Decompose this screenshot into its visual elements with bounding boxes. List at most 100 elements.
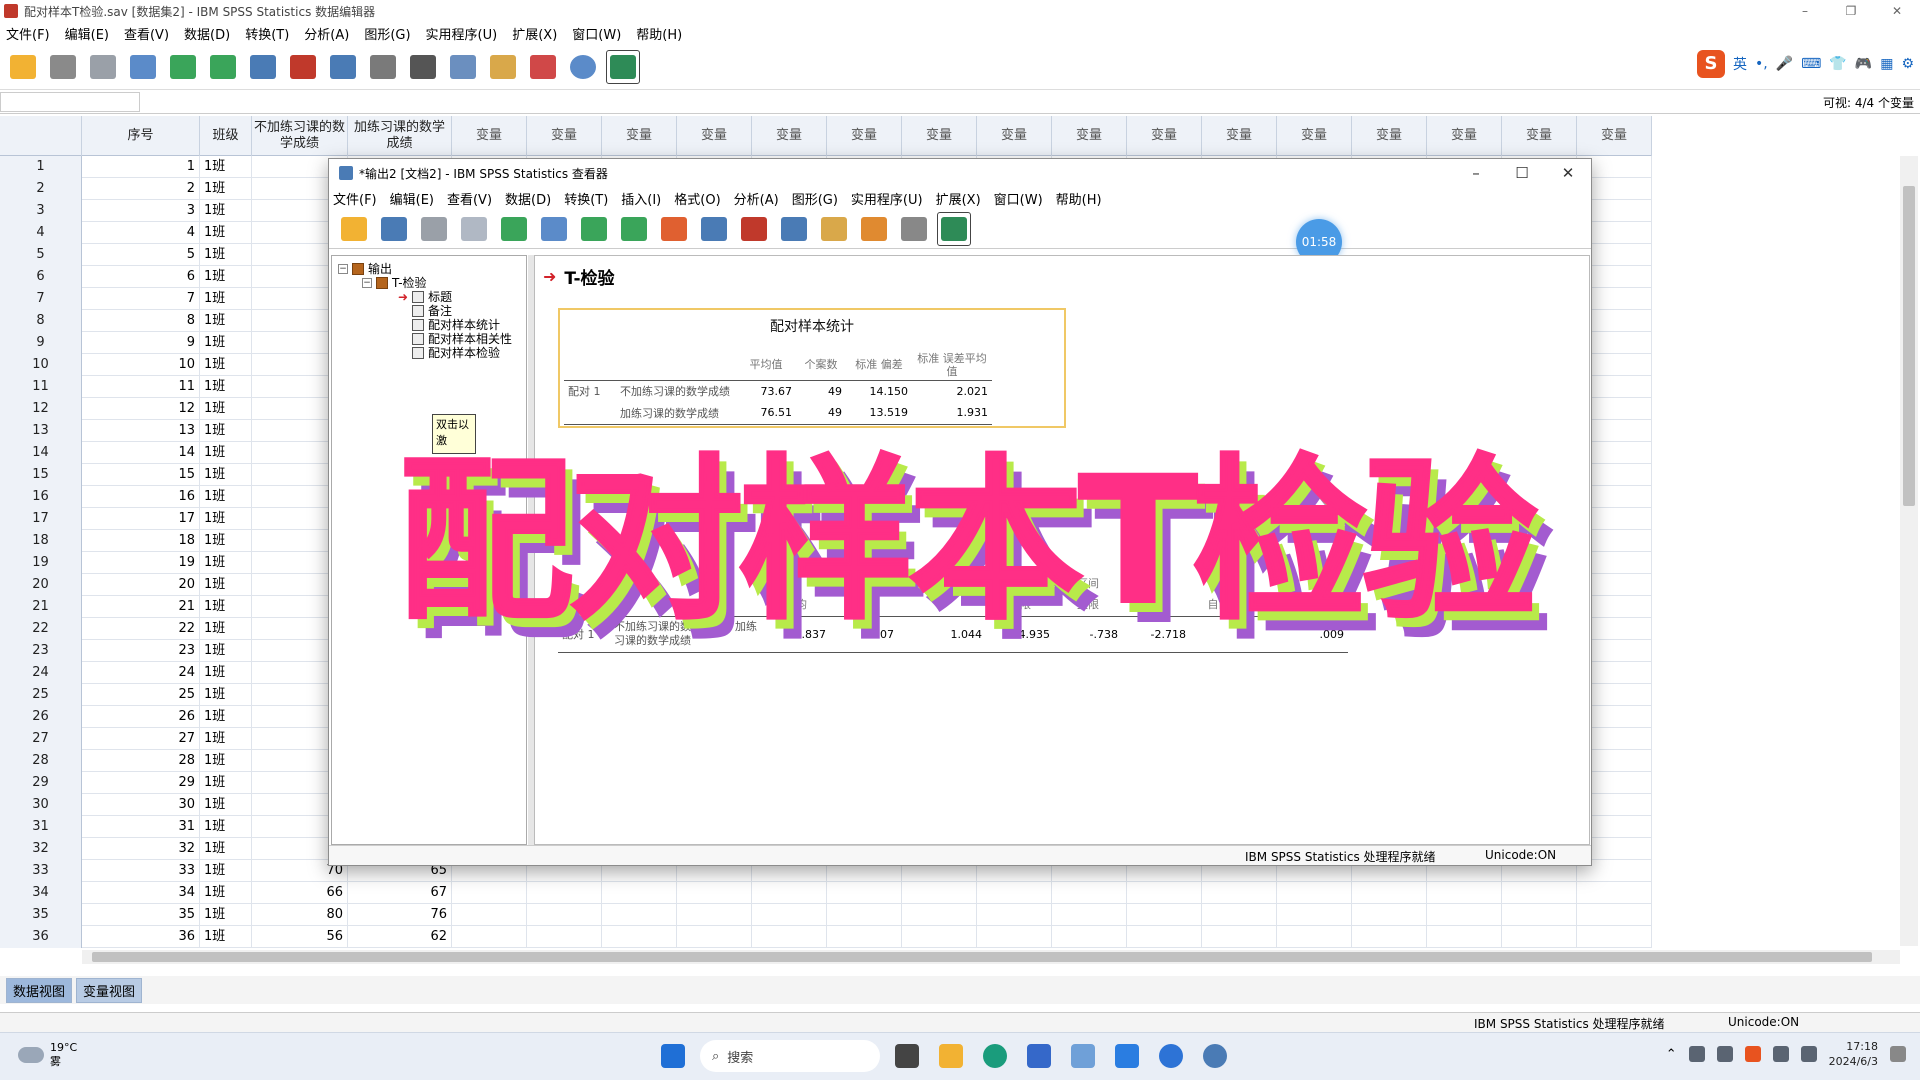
cell-reference-field[interactable]: [0, 92, 140, 112]
cell-id[interactable]: 7: [82, 288, 200, 310]
cell-class[interactable]: 1班: [200, 508, 252, 530]
outline-node-paired-test[interactable]: 配对样本检验: [412, 344, 500, 361]
cell-class[interactable]: 1班: [200, 288, 252, 310]
viewer-redo-button[interactable]: [617, 212, 651, 246]
viewer-close-button[interactable]: ✕: [1545, 159, 1591, 187]
sogou-icon[interactable]: [1744, 1046, 1761, 1062]
cell-id[interactable]: 11: [82, 376, 200, 398]
cell-class[interactable]: 1班: [200, 684, 252, 706]
cell-class[interactable]: 1班: [200, 750, 252, 772]
cell-id[interactable]: 15: [82, 464, 200, 486]
cell-id[interactable]: 33: [82, 860, 200, 882]
empty-cell[interactable]: [1052, 926, 1127, 948]
menu-file[interactable]: 文件(F): [0, 24, 59, 43]
collapse-icon[interactable]: −: [338, 263, 348, 274]
undo-button[interactable]: [166, 50, 200, 84]
cell-id[interactable]: 10: [82, 354, 200, 376]
goto-variable-button[interactable]: [286, 50, 320, 84]
empty-cell[interactable]: [902, 904, 977, 926]
row-number[interactable]: 5: [0, 244, 82, 266]
row-number[interactable]: 2: [0, 178, 82, 200]
empty-cell[interactable]: [977, 904, 1052, 926]
cell-id[interactable]: 35: [82, 904, 200, 926]
viewer-menu-transform[interactable]: 转换(T): [560, 189, 617, 208]
empty-cell[interactable]: [1052, 904, 1127, 926]
cell-id[interactable]: 3: [82, 200, 200, 222]
row-number[interactable]: 26: [0, 706, 82, 728]
empty-cell[interactable]: [602, 904, 677, 926]
viewer-menu-graphs[interactable]: 图形(G): [788, 189, 847, 208]
taskbar-app[interactable]: [1110, 1039, 1144, 1073]
empty-cell[interactable]: [1052, 882, 1127, 904]
taskbar-store[interactable]: [1022, 1039, 1056, 1073]
taskbar-spss[interactable]: [1198, 1039, 1232, 1073]
row-number[interactable]: 15: [0, 464, 82, 486]
row-number[interactable]: 18: [0, 530, 82, 552]
variables-button[interactable]: [326, 50, 360, 84]
save-button[interactable]: [46, 50, 80, 84]
empty-cell[interactable]: [977, 882, 1052, 904]
cell-id[interactable]: 13: [82, 420, 200, 442]
empty-cell[interactable]: [1127, 904, 1202, 926]
viewer-variables-button[interactable]: [777, 212, 811, 246]
row-number[interactable]: 1: [0, 156, 82, 178]
column-header-empty-var[interactable]: 变量: [1202, 116, 1277, 156]
row-number[interactable]: 4: [0, 222, 82, 244]
cell-class[interactable]: 1班: [200, 376, 252, 398]
taskbar-photos[interactable]: [1066, 1039, 1100, 1073]
cell-id[interactable]: 18: [82, 530, 200, 552]
empty-cell[interactable]: [1277, 926, 1352, 948]
empty-cell[interactable]: [752, 904, 827, 926]
find-button[interactable]: [406, 50, 440, 84]
print-preview-button[interactable]: [457, 212, 491, 246]
column-header-empty-var[interactable]: 变量: [452, 116, 527, 156]
insert-variable-button[interactable]: [486, 50, 520, 84]
cell-class[interactable]: 1班: [200, 530, 252, 552]
row-number[interactable]: 35: [0, 904, 82, 926]
viewer-open-button[interactable]: [337, 212, 371, 246]
taskbar-task-view[interactable]: [890, 1039, 924, 1073]
row-number[interactable]: 3: [0, 200, 82, 222]
viewer-menu-extensions[interactable]: 扩展(X): [932, 189, 990, 208]
start-button[interactable]: [656, 1039, 690, 1073]
open-button[interactable]: [6, 50, 40, 84]
column-header-class[interactable]: 班级: [200, 116, 252, 156]
column-header-no-practice[interactable]: 不加练习课的数学成绩: [252, 116, 348, 156]
run-descriptives-button[interactable]: [366, 50, 400, 84]
column-header-empty-var[interactable]: 变量: [827, 116, 902, 156]
viewer-menu-file[interactable]: 文件(F): [329, 189, 386, 208]
goto-case-button[interactable]: [246, 50, 280, 84]
column-header-empty-var[interactable]: 变量: [1052, 116, 1127, 156]
empty-cell[interactable]: [827, 904, 902, 926]
cell-id[interactable]: 27: [82, 728, 200, 750]
column-header-empty-var[interactable]: 变量: [527, 116, 602, 156]
cell-id[interactable]: 19: [82, 552, 200, 574]
cell-with-practice[interactable]: 76: [348, 904, 452, 926]
empty-cell[interactable]: [902, 882, 977, 904]
bell-icon[interactable]: [1890, 1046, 1906, 1062]
cell-id[interactable]: 4: [82, 222, 200, 244]
cell-class[interactable]: 1班: [200, 904, 252, 926]
row-number-header[interactable]: [0, 116, 82, 156]
cell-class[interactable]: 1班: [200, 486, 252, 508]
viewer-menu-window[interactable]: 窗口(W): [990, 189, 1052, 208]
cell-class[interactable]: 1班: [200, 882, 252, 904]
cell-class[interactable]: 1班: [200, 244, 252, 266]
empty-cell[interactable]: [1277, 904, 1352, 926]
menu-analyze[interactable]: 分析(A): [298, 24, 358, 43]
empty-cell[interactable]: [1352, 882, 1427, 904]
cell-class[interactable]: 1班: [200, 156, 252, 178]
empty-cell[interactable]: [827, 882, 902, 904]
cell-class[interactable]: 1班: [200, 332, 252, 354]
taskbar-explorer[interactable]: [934, 1039, 968, 1073]
cell-id[interactable]: 16: [82, 486, 200, 508]
row-number[interactable]: 23: [0, 640, 82, 662]
cell-class[interactable]: 1班: [200, 398, 252, 420]
cell-id[interactable]: 5: [82, 244, 200, 266]
export-button[interactable]: [497, 212, 531, 246]
empty-cell[interactable]: [452, 904, 527, 926]
cell-id[interactable]: 1: [82, 156, 200, 178]
microphone-icon[interactable]: 🎤: [1776, 56, 1793, 72]
empty-cell[interactable]: [527, 904, 602, 926]
empty-cell[interactable]: [752, 926, 827, 948]
